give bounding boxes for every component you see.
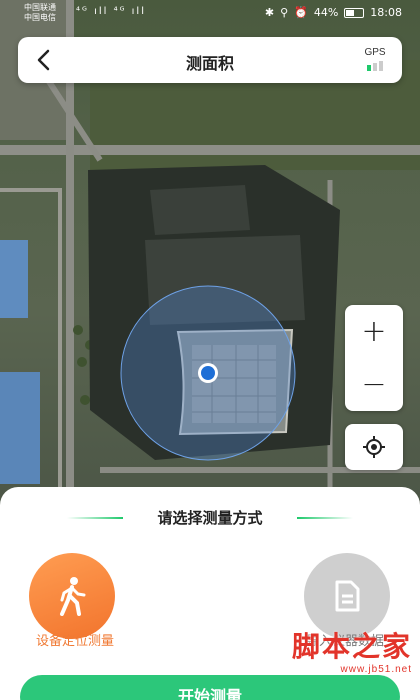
watermark-text: 脚本之家: [291, 630, 412, 663]
gps-label: GPS: [364, 47, 386, 58]
carrier-2: 中国电信: [24, 13, 56, 22]
bluetooth-icon: ✱: [264, 6, 275, 19]
zoom-in-button[interactable]: +: [345, 305, 403, 358]
sheet-header: 请选择测量方式: [0, 507, 420, 529]
gps-bar: [379, 61, 383, 71]
divider-right: [297, 517, 353, 519]
carrier-names: 中国联通 中国电信: [24, 3, 56, 23]
title-bar: 测面积 GPS: [18, 37, 402, 83]
option-label: 设备定位测量: [35, 634, 114, 649]
import-option-circle: [304, 553, 390, 639]
walking-person-icon: [60, 577, 86, 616]
watermark-url: www.jb51.net: [340, 664, 412, 675]
locate-button[interactable]: [345, 424, 403, 470]
gps-bar: [367, 65, 371, 71]
battery-icon: [344, 7, 365, 18]
signal-icons: ⁴ᴳ ıll ⁴ᴳ ıll: [76, 6, 146, 17]
carrier-1: 中国联通: [24, 3, 56, 12]
document-icon: [335, 580, 360, 612]
watermark: 脚本之家 www.jb51.net: [288, 630, 412, 675]
start-measure-button[interactable]: 开始测量: [20, 675, 400, 700]
gps-signal-bars: [360, 61, 390, 71]
device-option-circle: [29, 553, 115, 639]
clock: 18:08: [370, 6, 402, 19]
page-title: 测面积: [185, 54, 234, 73]
alarm-icon: ⏰: [294, 6, 308, 19]
crosshair-icon: [363, 436, 385, 458]
battery-percent: 44%: [313, 6, 339, 19]
gps-indicator: GPS: [360, 47, 390, 71]
status-bar: 中国联通 中国电信 ⁴ᴳ ıll ⁴ᴳ ıll ✱ ⚲ ⏰ 44% 18:08: [0, 0, 420, 28]
sheet-title: 请选择测量方式: [157, 509, 263, 527]
zoom-controls: + −: [345, 305, 403, 411]
option-device-location[interactable]: 设备定位测量: [0, 553, 150, 649]
zoom-out-button[interactable]: −: [345, 358, 403, 411]
gps-bar: [373, 63, 377, 71]
location-icon: ⚲: [280, 6, 289, 19]
